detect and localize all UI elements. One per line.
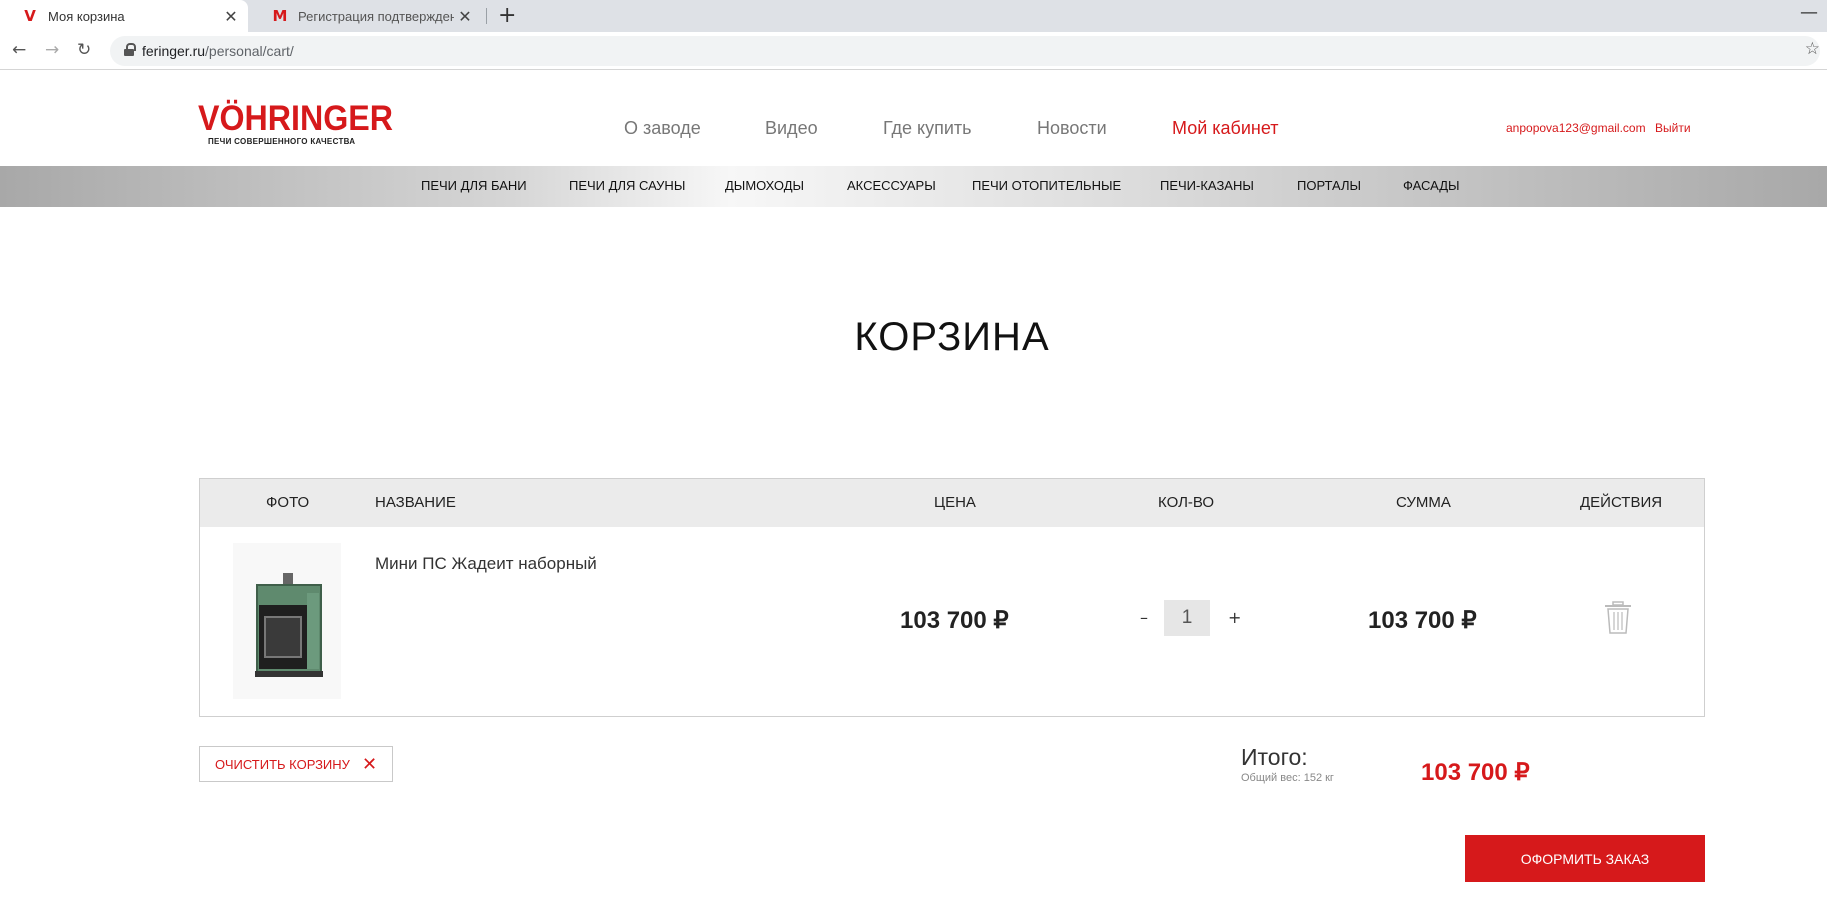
- nav-news[interactable]: Новости: [1037, 118, 1107, 139]
- column-header-actions: ДЕЙСТВИЯ: [1580, 494, 1663, 511]
- product-price: 103 700 ₽: [900, 607, 1009, 634]
- close-tab-icon[interactable]: ✕: [220, 7, 242, 26]
- page-title: КОРЗИНА: [854, 315, 1050, 359]
- column-header-sum: СУММА: [1396, 494, 1451, 511]
- qty-increase-button[interactable]: +: [1228, 608, 1241, 627]
- minimize-window-icon[interactable]: —: [1800, 2, 1818, 23]
- url-text: feringer.ru/personal/cart/: [142, 43, 294, 59]
- trash-icon[interactable]: [1604, 601, 1632, 635]
- clear-cart-button[interactable]: ОЧИСТИТЬ КОРЗИНУ ✕: [199, 746, 393, 782]
- logout-link[interactable]: Выйти: [1655, 121, 1691, 135]
- url-field[interactable]: feringer.ru/personal/cart/ ☆: [110, 36, 1820, 66]
- browser-tab-cart[interactable]: V Моя корзина ✕: [0, 0, 248, 32]
- product-photo[interactable]: [233, 543, 341, 699]
- lock-icon[interactable]: [124, 43, 136, 56]
- cart-table: ФОТО НАЗВАНИЕ ЦЕНА КОЛ-ВО СУММА ДЕЙСТВИЯ…: [199, 478, 1705, 717]
- category-facades[interactable]: ФАСАДЫ: [1403, 178, 1460, 193]
- qty-input[interactable]: [1164, 600, 1210, 636]
- qty-decrease-button[interactable]: –: [1140, 608, 1148, 627]
- browser-tab-gmail[interactable]: M Регистрация подтверждена - an ✕: [250, 0, 482, 32]
- nav-my-account[interactable]: Мой кабинет: [1172, 118, 1279, 139]
- close-tab-icon[interactable]: ✕: [454, 7, 476, 26]
- gmail-favicon-icon: M: [272, 7, 288, 25]
- checkout-button[interactable]: ОФОРМИТЬ ЗАКАЗ: [1465, 835, 1705, 882]
- tab-title: Регистрация подтверждена - an: [298, 8, 454, 24]
- tab-divider: [486, 8, 487, 24]
- column-header-qty: КОЛ-ВО: [1158, 494, 1215, 511]
- nav-video[interactable]: Видео: [765, 118, 818, 139]
- column-header-price: ЦЕНА: [934, 494, 976, 511]
- close-icon: ✕: [361, 753, 378, 775]
- category-menu: ПЕЧИ ДЛЯ БАНИ ПЕЧИ ДЛЯ САУНЫ ДЫМОХОДЫ АК…: [0, 166, 1827, 207]
- total-weight: Общий вес: 152 кг: [1241, 772, 1334, 784]
- product-sum: 103 700 ₽: [1368, 607, 1477, 634]
- browser-tab-strip: V Моя корзина ✕ M Регистрация подтвержде…: [0, 0, 1827, 32]
- product-name-link[interactable]: Мини ПС Жадеит наборный: [375, 554, 597, 574]
- total-label: Итого:: [1241, 744, 1308, 770]
- nav-about[interactable]: О заводе: [624, 118, 701, 139]
- total-value: 103 700 ₽: [1421, 759, 1530, 786]
- category-accessories[interactable]: АКСЕССУАРЫ: [847, 178, 936, 193]
- category-portals[interactable]: ПОРТАЛЫ: [1297, 178, 1361, 193]
- clear-cart-label: ОЧИСТИТЬ КОРЗИНУ: [215, 756, 350, 772]
- forward-arrow-icon[interactable]: →: [45, 40, 59, 60]
- user-email-link[interactable]: anpopova123@gmail.com: [1506, 121, 1646, 135]
- category-heating-stoves[interactable]: ПЕЧИ ОТОПИТЕЛЬНЫЕ: [972, 178, 1121, 193]
- bookmark-star-icon[interactable]: ☆: [1805, 39, 1820, 59]
- column-header-photo: ФОТО: [266, 494, 310, 511]
- category-bath-stoves[interactable]: ПЕЧИ ДЛЯ БАНИ: [421, 178, 527, 193]
- category-sauna-stoves[interactable]: ПЕЧИ ДЛЯ САУНЫ: [569, 178, 685, 193]
- category-cauldron-stoves[interactable]: ПЕЧИ-КАЗАНЫ: [1160, 178, 1254, 193]
- reload-icon[interactable]: ↻: [77, 40, 91, 60]
- column-header-name: НАЗВАНИЕ: [375, 494, 456, 511]
- nav-where-to-buy[interactable]: Где купить: [883, 118, 972, 139]
- cart-table-header: ФОТО НАЗВАНИЕ ЦЕНА КОЛ-ВО СУММА ДЕЙСТВИЯ: [200, 479, 1704, 527]
- back-arrow-icon[interactable]: ←: [12, 40, 26, 60]
- tab-title: Моя корзина: [48, 8, 125, 24]
- vohringer-favicon-icon: V: [24, 7, 36, 25]
- new-tab-icon[interactable]: +: [498, 3, 516, 28]
- category-chimneys[interactable]: ДЫМОХОДЫ: [725, 178, 804, 193]
